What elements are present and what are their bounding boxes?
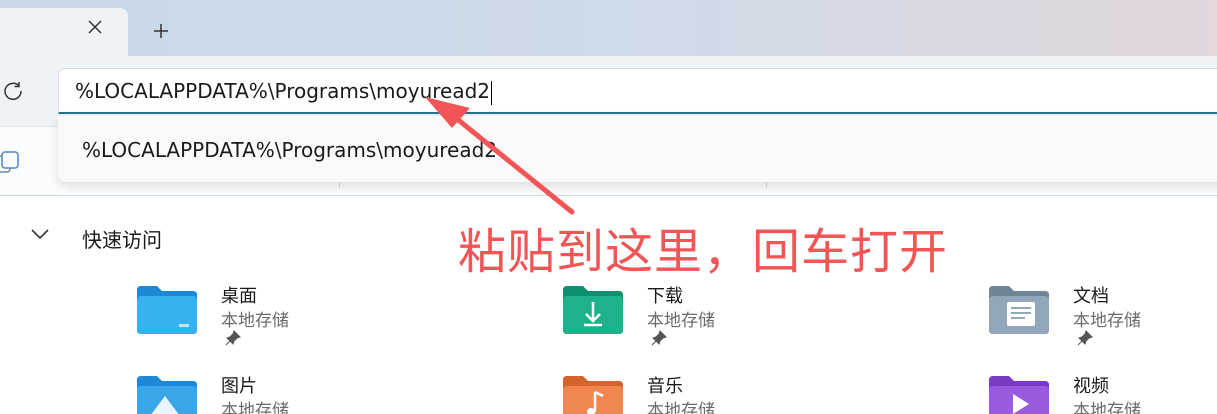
address-suggestions: %LOCALAPPDATA%\Programs\moyuread2: [58, 116, 1217, 182]
desktop-folder-icon: [135, 284, 199, 336]
chevron-down-icon[interactable]: [30, 226, 50, 242]
videos-folder-icon: [987, 374, 1051, 414]
downloads-folder-icon: [561, 284, 625, 336]
pin-icon: [651, 330, 667, 346]
documents-folder-icon: [987, 284, 1051, 336]
title-bar: [0, 0, 1217, 56]
address-bar[interactable]: %LOCALAPPDATA%\Programs\moyuread2: [58, 68, 1217, 114]
text-caret: [491, 80, 493, 105]
pin-icon: [225, 330, 241, 346]
copy-icon[interactable]: [0, 150, 22, 176]
refresh-icon[interactable]: [0, 76, 26, 106]
close-icon[interactable]: [80, 12, 110, 42]
suggestion-item[interactable]: %LOCALAPPDATA%\Programs\moyuread2: [82, 138, 497, 162]
address-input[interactable]: %LOCALAPPDATA%\Programs\moyuread2: [75, 79, 493, 105]
music-folder-icon: [561, 374, 625, 414]
pictures-folder-icon: [135, 374, 199, 414]
section-title: 快速访问: [82, 228, 162, 252]
plus-icon[interactable]: [146, 16, 176, 46]
pin-icon: [1077, 330, 1093, 346]
annotation-label: 粘贴到这里，回车打开: [458, 224, 949, 280]
